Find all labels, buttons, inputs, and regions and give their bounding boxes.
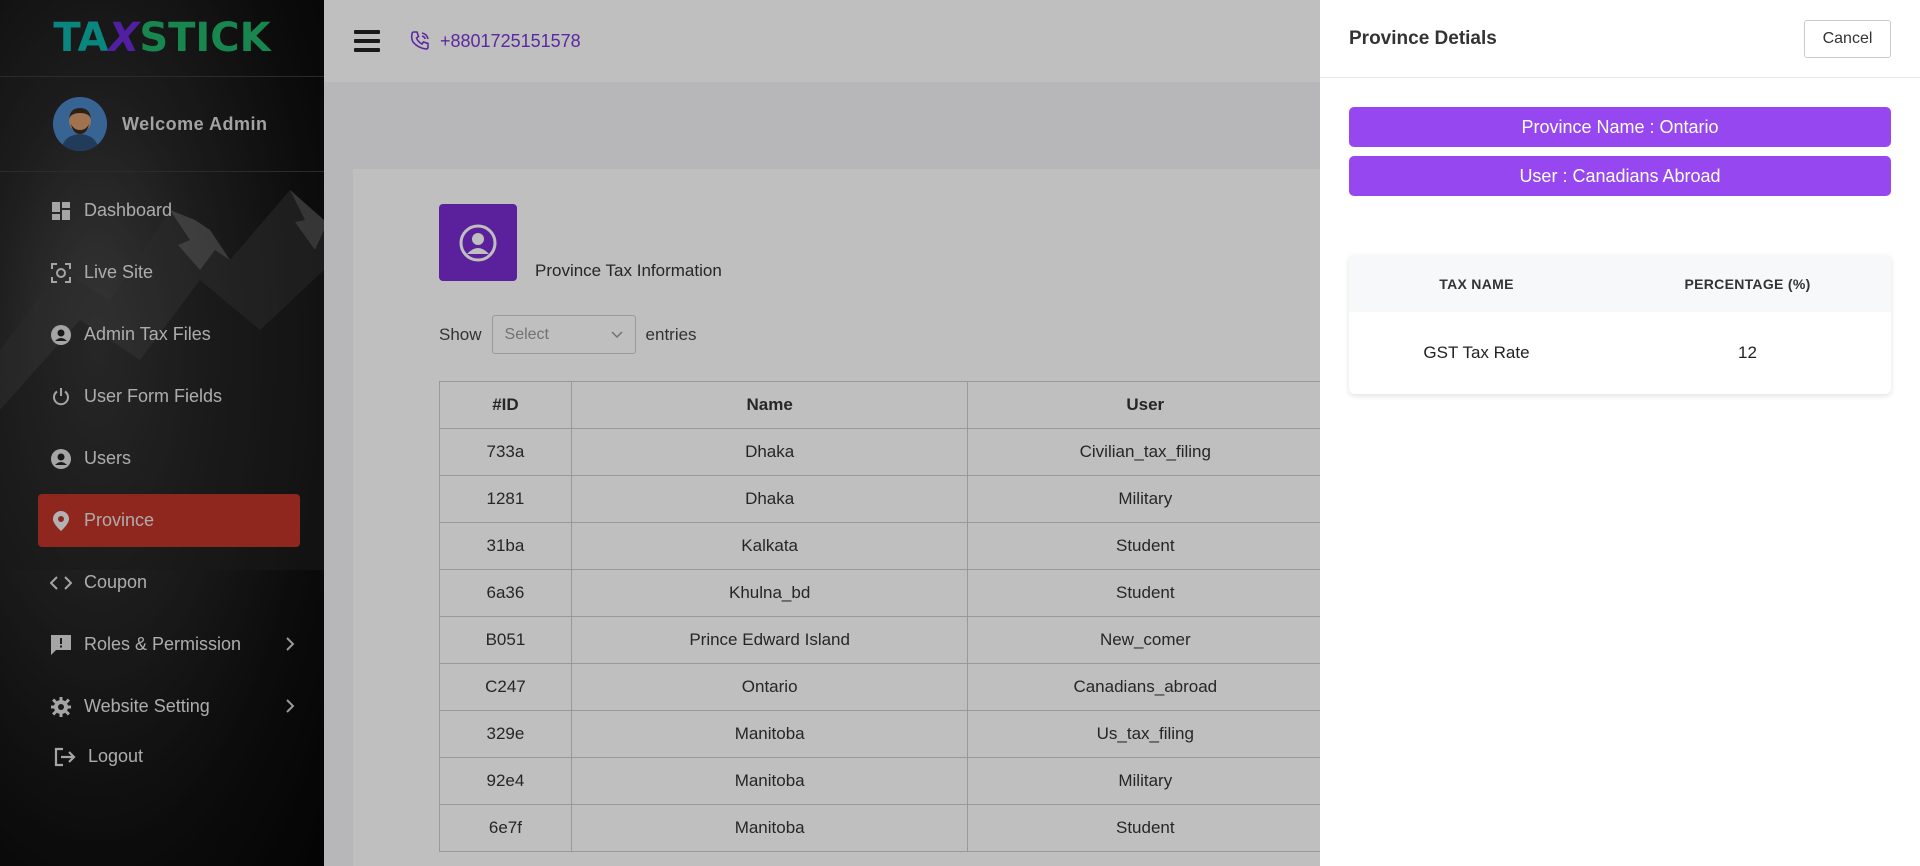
tax-table-row: GST Tax Rate 12 [1349,312,1891,394]
percentage-cell: 12 [1738,343,1757,362]
tax-table-header: TAX NAME PERCENTAGE (%) [1349,255,1891,312]
drawer-header: Province Detials Cancel [1320,0,1920,78]
modal-backdrop[interactable] [0,0,1320,866]
province-name-badge: Province Name : Ontario [1349,107,1891,147]
cancel-button[interactable]: Cancel [1804,19,1891,58]
percentage-header: PERCENTAGE (%) [1684,275,1811,292]
tax-name-header: TAX NAME [1439,275,1514,292]
user-badge: User : Canadians Abroad [1349,156,1891,196]
tax-name-cell: GST Tax Rate [1423,343,1530,362]
province-details-drawer: Province Detials Cancel Province Name : … [1320,0,1920,866]
drawer-title: Province Detials [1349,27,1497,49]
tax-table: TAX NAME PERCENTAGE (%) GST Tax Rate 12 [1349,255,1891,394]
app: TAXSTICK Welcome Admin Dashboard Live Si… [0,0,1920,866]
